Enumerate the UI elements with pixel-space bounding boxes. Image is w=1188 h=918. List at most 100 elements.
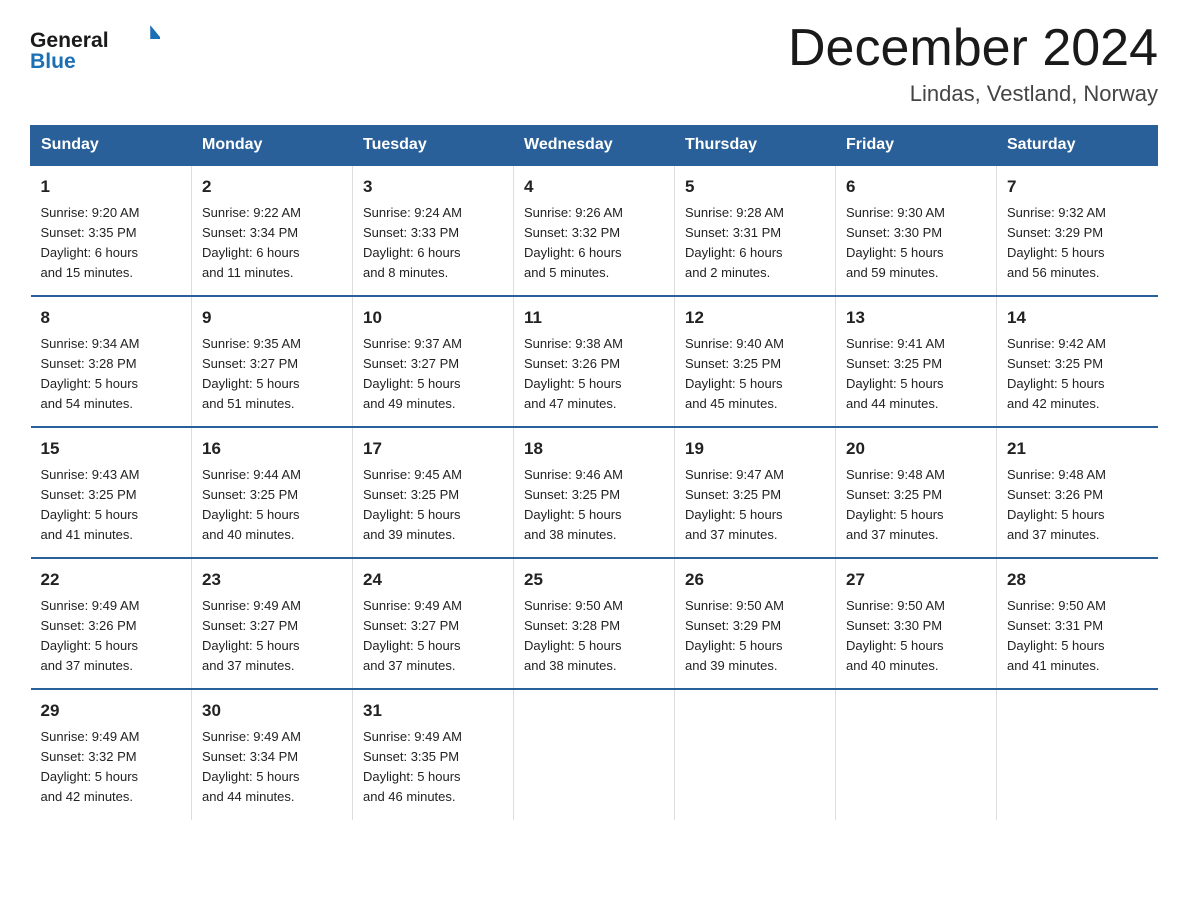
location-text: Lindas, Vestland, Norway bbox=[788, 81, 1158, 107]
day-info: Sunrise: 9:22 AM Sunset: 3:34 PM Dayligh… bbox=[202, 203, 342, 284]
day-info: Sunrise: 9:48 AM Sunset: 3:26 PM Dayligh… bbox=[1007, 465, 1148, 546]
table-row: 28 Sunrise: 9:50 AM Sunset: 3:31 PM Dayli… bbox=[997, 558, 1158, 689]
table-row bbox=[675, 689, 836, 819]
day-info: Sunrise: 9:46 AM Sunset: 3:25 PM Dayligh… bbox=[524, 465, 664, 546]
table-row: 8 Sunrise: 9:34 AM Sunset: 3:28 PM Daylig… bbox=[31, 296, 192, 427]
day-info: Sunrise: 9:26 AM Sunset: 3:32 PM Dayligh… bbox=[524, 203, 664, 284]
day-info: Sunrise: 9:38 AM Sunset: 3:26 PM Dayligh… bbox=[524, 334, 664, 415]
day-info: Sunrise: 9:24 AM Sunset: 3:33 PM Dayligh… bbox=[363, 203, 503, 284]
title-block: December 2024 Lindas, Vestland, Norway bbox=[788, 20, 1158, 107]
logo: General Blue bbox=[30, 20, 160, 75]
day-info: Sunrise: 9:32 AM Sunset: 3:29 PM Dayligh… bbox=[1007, 203, 1148, 284]
day-info: Sunrise: 9:34 AM Sunset: 3:28 PM Dayligh… bbox=[41, 334, 182, 415]
day-number: 18 bbox=[524, 436, 664, 462]
day-info: Sunrise: 9:28 AM Sunset: 3:31 PM Dayligh… bbox=[685, 203, 825, 284]
table-row: 29Sunrise: 9:49 AM Sunset: 3:32 PM Dayli… bbox=[31, 689, 192, 819]
table-row: 13 Sunrise: 9:41 AM Sunset: 3:25 PM Dayli… bbox=[836, 296, 997, 427]
table-row: 22Sunrise: 9:49 AM Sunset: 3:26 PM Dayli… bbox=[31, 558, 192, 689]
day-info: Sunrise: 9:35 AM Sunset: 3:27 PM Dayligh… bbox=[202, 334, 342, 415]
table-row bbox=[997, 689, 1158, 819]
day-info: Sunrise: 9:41 AM Sunset: 3:25 PM Dayligh… bbox=[846, 334, 986, 415]
table-row bbox=[514, 689, 675, 819]
day-info: Sunrise: 9:50 AM Sunset: 3:29 PM Dayligh… bbox=[685, 596, 825, 677]
day-info: Sunrise: 9:42 AM Sunset: 3:25 PM Dayligh… bbox=[1007, 334, 1148, 415]
table-row: 31 Sunrise: 9:49 AM Sunset: 3:35 PM Dayli… bbox=[353, 689, 514, 819]
day-number: 25 bbox=[524, 567, 664, 593]
day-info: Sunrise: 9:50 AM Sunset: 3:31 PM Dayligh… bbox=[1007, 596, 1148, 677]
table-row: 15 Sunrise: 9:43 AM Sunset: 3:25 PM Dayli… bbox=[31, 427, 192, 558]
day-number: 14 bbox=[1007, 305, 1148, 331]
calendar-week-row: 22Sunrise: 9:49 AM Sunset: 3:26 PM Dayli… bbox=[31, 558, 1158, 689]
table-row: 14 Sunrise: 9:42 AM Sunset: 3:25 PM Dayli… bbox=[997, 296, 1158, 427]
table-row: 1Sunrise: 9:20 AM Sunset: 3:35 PM Daylig… bbox=[31, 165, 192, 296]
header-saturday: Saturday bbox=[997, 126, 1158, 166]
day-number: 9 bbox=[202, 305, 342, 331]
table-row: 21 Sunrise: 9:48 AM Sunset: 3:26 PM Dayli… bbox=[997, 427, 1158, 558]
table-row: 11Sunrise: 9:38 AM Sunset: 3:26 PM Dayli… bbox=[514, 296, 675, 427]
day-number: 24 bbox=[363, 567, 503, 593]
day-info: Sunrise: 9:45 AM Sunset: 3:25 PM Dayligh… bbox=[363, 465, 503, 546]
calendar-header-row: Sunday Monday Tuesday Wednesday Thursday… bbox=[31, 126, 1158, 166]
logo-image: General Blue bbox=[30, 20, 160, 75]
day-info: Sunrise: 9:49 AM Sunset: 3:34 PM Dayligh… bbox=[202, 727, 342, 808]
day-number: 6 bbox=[846, 174, 986, 200]
day-info: Sunrise: 9:48 AM Sunset: 3:25 PM Dayligh… bbox=[846, 465, 986, 546]
day-number: 30 bbox=[202, 698, 342, 724]
day-number: 21 bbox=[1007, 436, 1148, 462]
table-row: 6 Sunrise: 9:30 AM Sunset: 3:30 PM Daylig… bbox=[836, 165, 997, 296]
day-number: 13 bbox=[846, 305, 986, 331]
day-info: Sunrise: 9:30 AM Sunset: 3:30 PM Dayligh… bbox=[846, 203, 986, 284]
table-row: 10Sunrise: 9:37 AM Sunset: 3:27 PM Dayli… bbox=[353, 296, 514, 427]
day-number: 29 bbox=[41, 698, 182, 724]
table-row: 25 Sunrise: 9:50 AM Sunset: 3:28 PM Dayli… bbox=[514, 558, 675, 689]
table-row: 18 Sunrise: 9:46 AM Sunset: 3:25 PM Dayli… bbox=[514, 427, 675, 558]
day-number: 28 bbox=[1007, 567, 1148, 593]
table-row: 30 Sunrise: 9:49 AM Sunset: 3:34 PM Dayli… bbox=[192, 689, 353, 819]
month-title: December 2024 bbox=[788, 20, 1158, 77]
day-number: 31 bbox=[363, 698, 503, 724]
day-number: 20 bbox=[846, 436, 986, 462]
day-info: Sunrise: 9:20 AM Sunset: 3:35 PM Dayligh… bbox=[41, 203, 182, 284]
day-number: 23 bbox=[202, 567, 342, 593]
day-info: Sunrise: 9:47 AM Sunset: 3:25 PM Dayligh… bbox=[685, 465, 825, 546]
day-info: Sunrise: 9:49 AM Sunset: 3:35 PM Dayligh… bbox=[363, 727, 503, 808]
table-row: 23 Sunrise: 9:49 AM Sunset: 3:27 PM Dayli… bbox=[192, 558, 353, 689]
table-row: 20 Sunrise: 9:48 AM Sunset: 3:25 PM Dayli… bbox=[836, 427, 997, 558]
day-info: Sunrise: 9:44 AM Sunset: 3:25 PM Dayligh… bbox=[202, 465, 342, 546]
table-row: 3 Sunrise: 9:24 AM Sunset: 3:33 PM Daylig… bbox=[353, 165, 514, 296]
table-row: 4 Sunrise: 9:26 AM Sunset: 3:32 PM Daylig… bbox=[514, 165, 675, 296]
day-number: 16 bbox=[202, 436, 342, 462]
day-number: 5 bbox=[685, 174, 825, 200]
table-row: 19 Sunrise: 9:47 AM Sunset: 3:25 PM Dayli… bbox=[675, 427, 836, 558]
day-number: 8 bbox=[41, 305, 182, 331]
day-info: Sunrise: 9:50 AM Sunset: 3:30 PM Dayligh… bbox=[846, 596, 986, 677]
page-header: General Blue December 2024 Lindas, Vestl… bbox=[30, 20, 1158, 107]
table-row: 24 Sunrise: 9:49 AM Sunset: 3:27 PM Dayli… bbox=[353, 558, 514, 689]
day-number: 27 bbox=[846, 567, 986, 593]
table-row bbox=[836, 689, 997, 819]
calendar-week-row: 15 Sunrise: 9:43 AM Sunset: 3:25 PM Dayli… bbox=[31, 427, 1158, 558]
table-row: 26 Sunrise: 9:50 AM Sunset: 3:29 PM Dayli… bbox=[675, 558, 836, 689]
svg-text:General: General bbox=[30, 29, 109, 52]
calendar-week-row: 1Sunrise: 9:20 AM Sunset: 3:35 PM Daylig… bbox=[31, 165, 1158, 296]
day-info: Sunrise: 9:50 AM Sunset: 3:28 PM Dayligh… bbox=[524, 596, 664, 677]
header-thursday: Thursday bbox=[675, 126, 836, 166]
day-number: 2 bbox=[202, 174, 342, 200]
day-number: 19 bbox=[685, 436, 825, 462]
day-info: Sunrise: 9:43 AM Sunset: 3:25 PM Dayligh… bbox=[41, 465, 182, 546]
day-number: 22 bbox=[41, 567, 182, 593]
table-row: 7Sunrise: 9:32 AM Sunset: 3:29 PM Daylig… bbox=[997, 165, 1158, 296]
day-info: Sunrise: 9:49 AM Sunset: 3:27 PM Dayligh… bbox=[363, 596, 503, 677]
day-number: 10 bbox=[363, 305, 503, 331]
day-info: Sunrise: 9:49 AM Sunset: 3:27 PM Dayligh… bbox=[202, 596, 342, 677]
day-number: 3 bbox=[363, 174, 503, 200]
calendar-week-row: 29Sunrise: 9:49 AM Sunset: 3:32 PM Dayli… bbox=[31, 689, 1158, 819]
table-row: 27 Sunrise: 9:50 AM Sunset: 3:30 PM Dayli… bbox=[836, 558, 997, 689]
header-tuesday: Tuesday bbox=[353, 126, 514, 166]
day-number: 4 bbox=[524, 174, 664, 200]
day-number: 26 bbox=[685, 567, 825, 593]
day-number: 15 bbox=[41, 436, 182, 462]
table-row: 5 Sunrise: 9:28 AM Sunset: 3:31 PM Daylig… bbox=[675, 165, 836, 296]
table-row: 2 Sunrise: 9:22 AM Sunset: 3:34 PM Daylig… bbox=[192, 165, 353, 296]
svg-text:Blue: Blue bbox=[30, 50, 76, 73]
